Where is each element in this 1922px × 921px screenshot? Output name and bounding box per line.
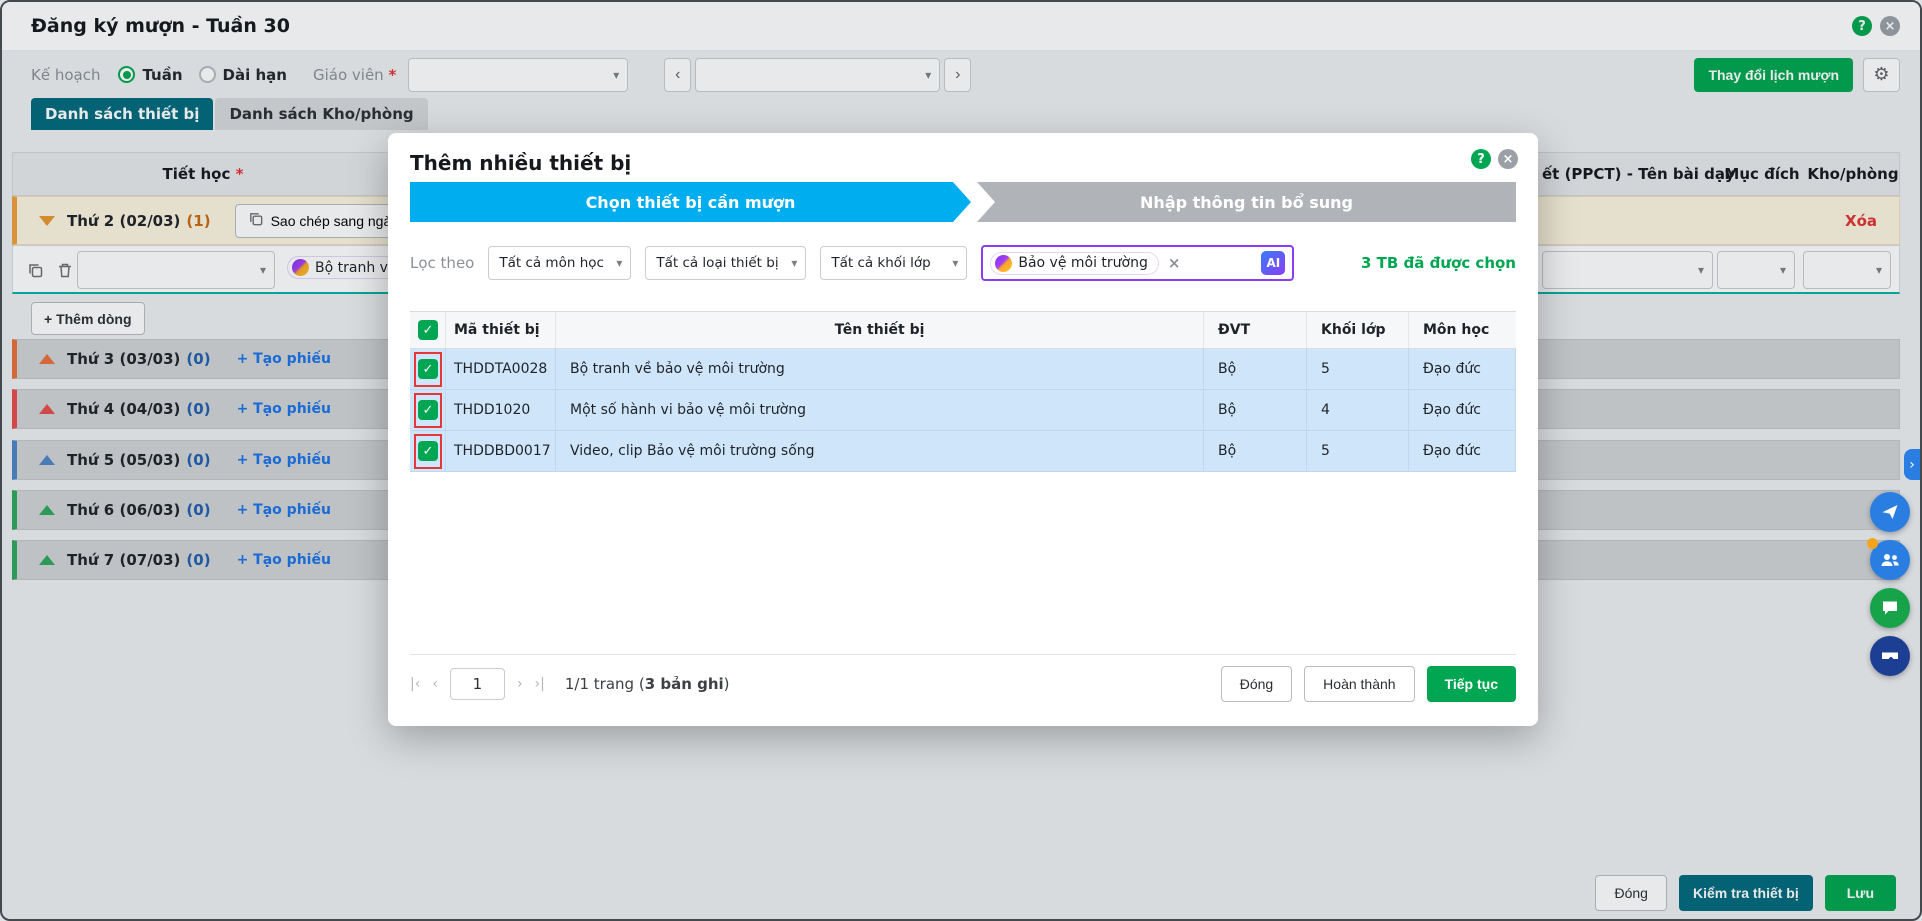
- keyword-tag-label: Bảo vệ môi trường: [1018, 255, 1148, 271]
- wizard-steps: Chọn thiết bị cần mượn Nhập thông tin bổ…: [410, 182, 1516, 222]
- app-window: Đăng ký mượn - Tuần 30 ? × Kế hoạch Tuần…: [0, 0, 1922, 921]
- step-extra-info[interactable]: Nhập thông tin bổ sung: [977, 182, 1516, 222]
- header-checkbox-cell: [410, 312, 446, 348]
- device-code: THDD1020: [446, 390, 556, 430]
- page-info: 1/1 trang (3 bản ghi): [565, 675, 730, 693]
- add-devices-modal: Thêm nhiều thiết bị ? × Chọn thiết bị cầ…: [388, 133, 1538, 726]
- device-grade: 4: [1307, 390, 1409, 430]
- selected-count-text: 3 TB đã được chọn: [1361, 254, 1516, 272]
- device-name: Một số hành vi bảo vệ môi trường: [556, 390, 1204, 430]
- side-panel-expand-tab[interactable]: ›: [1904, 449, 1920, 480]
- device-table-header: Mã thiết bị Tên thiết bị ĐVT Khối lớp Mô…: [410, 311, 1516, 349]
- row-checkbox[interactable]: [418, 359, 438, 379]
- column-name: Tên thiết bị: [556, 312, 1204, 348]
- step-select-devices[interactable]: Chọn thiết bị cần mượn: [410, 182, 971, 222]
- device-name: Bộ tranh về bảo vệ môi trường: [556, 349, 1204, 389]
- keyword-filter-select[interactable]: Bảo vệ môi trường × AI: [981, 245, 1294, 281]
- floating-action-buttons: [1870, 492, 1910, 676]
- grade-filter-select[interactable]: Tất cả khối lớp▾: [820, 246, 967, 280]
- table-row[interactable]: THDD1020 Một số hành vi bảo vệ môi trườn…: [410, 390, 1516, 431]
- annotation-highlight: [414, 352, 442, 387]
- device-code: THDDBD0017: [446, 431, 556, 471]
- subject-filter-select[interactable]: Tất cả môn học▾: [488, 246, 631, 280]
- chat-icon[interactable]: [1870, 588, 1910, 628]
- first-page-icon[interactable]: |‹: [410, 676, 420, 692]
- modal-title: Thêm nhiều thiết bị: [410, 151, 631, 175]
- device-name: Video, clip Bảo vệ môi trường sống: [556, 431, 1204, 471]
- column-grade: Khối lớp: [1307, 312, 1409, 348]
- modal-help-icon[interactable]: ?: [1471, 149, 1491, 169]
- filter-row: Lọc theo Tất cả môn học▾ Tất cả loại thi…: [410, 245, 1516, 281]
- table-row[interactable]: THDDTA0028 Bộ tranh về bảo vệ môi trường…: [410, 349, 1516, 390]
- clear-keyword-icon[interactable]: ×: [1168, 254, 1181, 272]
- vr-goggles-icon[interactable]: [1870, 636, 1910, 676]
- page-number-input[interactable]: [450, 668, 505, 700]
- column-subject: Môn học: [1409, 312, 1516, 348]
- select-all-checkbox[interactable]: [418, 320, 438, 340]
- last-page-icon[interactable]: ›|: [535, 676, 545, 692]
- row-checkbox-cell: [410, 390, 446, 430]
- users-icon[interactable]: [1870, 540, 1910, 580]
- column-code: Mã thiết bị: [446, 312, 556, 348]
- next-page-icon[interactable]: ›: [517, 676, 523, 692]
- device-unit: Bộ: [1204, 390, 1307, 430]
- keyword-tag-icon: [995, 255, 1012, 272]
- device-grade: 5: [1307, 431, 1409, 471]
- modal-close-button[interactable]: Đóng: [1221, 666, 1292, 702]
- modal-footer: |‹ ‹ › ›| 1/1 trang (3 bản ghi) Đóng Hoà…: [410, 654, 1516, 712]
- filter-label: Lọc theo: [410, 254, 474, 272]
- device-table: Mã thiết bị Tên thiết bị ĐVT Khối lớp Mô…: [410, 311, 1516, 472]
- chevron-down-icon: ▾: [791, 256, 797, 270]
- chevron-down-icon: ▾: [616, 256, 622, 270]
- row-checkbox-cell: [410, 349, 446, 389]
- row-checkbox-cell: [410, 431, 446, 471]
- device-type-filter-select[interactable]: Tất cả loại thiết bị▾: [645, 246, 806, 280]
- modal-icons: ? ×: [1471, 149, 1518, 169]
- device-subject: Đạo đức: [1409, 349, 1516, 389]
- chevron-down-icon: ▾: [952, 256, 958, 270]
- row-checkbox[interactable]: [418, 441, 438, 461]
- device-grade: 5: [1307, 349, 1409, 389]
- modal-footer-buttons: Đóng Hoàn thành Tiếp tục: [1221, 666, 1516, 702]
- table-row[interactable]: THDDBD0017 Video, clip Bảo vệ môi trường…: [410, 431, 1516, 472]
- prev-page-icon[interactable]: ‹: [432, 676, 438, 692]
- column-unit: ĐVT: [1204, 312, 1307, 348]
- annotation-highlight: [414, 434, 442, 469]
- keyword-tag: Bảo vệ môi trường: [990, 252, 1159, 275]
- modal-close-icon[interactable]: ×: [1498, 149, 1518, 169]
- device-unit: Bộ: [1204, 349, 1307, 389]
- row-checkbox[interactable]: [418, 400, 438, 420]
- device-subject: Đạo đức: [1409, 431, 1516, 471]
- pagination: |‹ ‹ › ›| 1/1 trang (3 bản ghi): [410, 668, 730, 700]
- ai-badge[interactable]: AI: [1261, 251, 1285, 275]
- annotation-highlight: [414, 393, 442, 428]
- device-code: THDDTA0028: [446, 349, 556, 389]
- notification-dot: [1867, 538, 1878, 549]
- device-subject: Đạo đức: [1409, 390, 1516, 430]
- modal-finish-button[interactable]: Hoàn thành: [1304, 666, 1414, 702]
- device-unit: Bộ: [1204, 431, 1307, 471]
- modal-continue-button[interactable]: Tiếp tục: [1427, 666, 1516, 702]
- paper-plane-icon[interactable]: [1870, 492, 1910, 532]
